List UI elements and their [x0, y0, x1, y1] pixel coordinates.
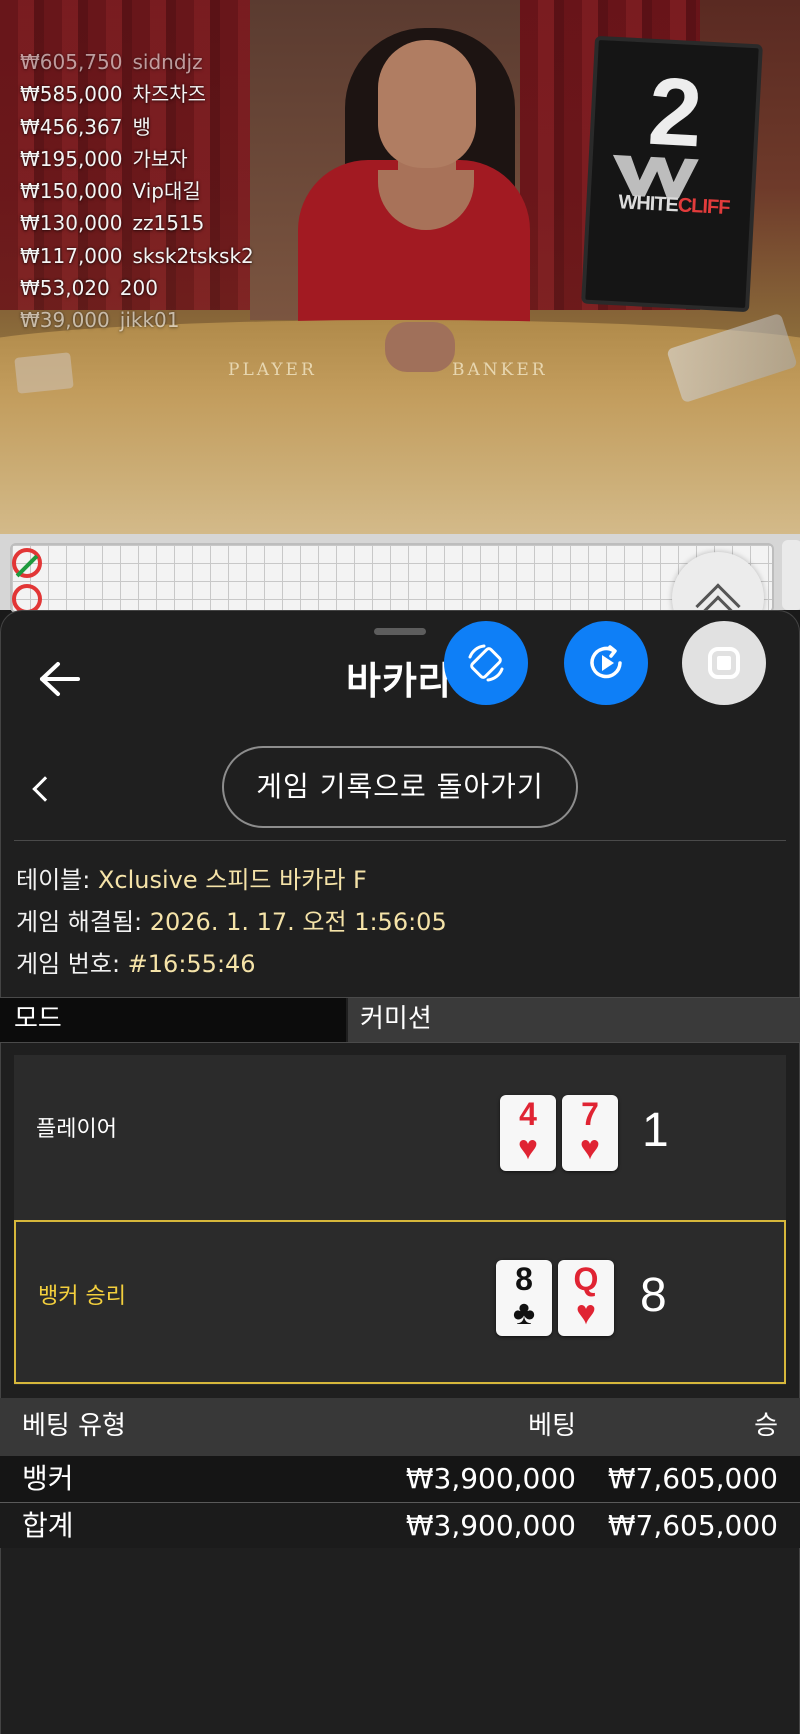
winners-ticker: ₩605,750 sidndjz ₩585,000 차즈차즈 ₩456,367 뱅 ₩…	[20, 46, 254, 337]
ticker-item: ₩195,000 가보자	[20, 143, 254, 175]
bet-type: 뱅커	[22, 1462, 74, 1495]
replay-button[interactable]	[564, 621, 648, 705]
ticker-amount: ₩456,367	[20, 114, 123, 139]
player-card-2: 7 ♥	[562, 1095, 618, 1171]
whitecliff-brand: WHITECLIFF	[618, 191, 730, 220]
header-win: 승	[754, 1411, 778, 1441]
card-rank: 4	[519, 1096, 537, 1132]
banker-score: 8	[640, 1269, 667, 1322]
ticker-amount: ₩150,000	[20, 179, 123, 204]
brand-white: WHITE	[617, 191, 679, 217]
ticker-amount: ₩195,000	[20, 146, 123, 171]
banker-card-1: 8 ♣	[496, 1260, 552, 1336]
discard-tray	[14, 352, 74, 394]
ticker-item: ₩150,000 Vip대길	[20, 175, 254, 207]
total-row: 합계 ₩3,900,000 ₩7,605,000	[0, 1502, 800, 1548]
ticker-user: zz1515	[132, 211, 205, 236]
table-info: 테이블: Xclusive 스피드 바카라 F	[16, 860, 367, 895]
rotate-screen-button[interactable]	[444, 621, 528, 705]
sheet-drag-handle[interactable]	[374, 628, 426, 635]
ticker-user: sidndjz	[132, 50, 203, 74]
ticker-amount: ₩53,020	[20, 276, 110, 301]
bet-amount: ₩3,900,000	[405, 1462, 576, 1495]
divider	[14, 840, 786, 841]
ticker-amount: ₩130,000	[20, 211, 123, 236]
ticker-item: ₩53,020 200	[20, 272, 254, 304]
table-label-player: PLAYER	[228, 360, 317, 380]
heart-suit-icon: ♥	[575, 1294, 597, 1332]
dealer-face	[378, 40, 476, 168]
header-bet-type: 베팅 유형	[22, 1411, 126, 1441]
rotate-screen-icon	[468, 644, 504, 682]
heart-suit-icon: ♥	[579, 1129, 601, 1167]
stop-icon	[708, 647, 740, 679]
page-title: 바카라	[346, 659, 454, 703]
ticker-item: ₩130,000 zz1515	[20, 207, 254, 239]
game-number-value: #16:55:46	[127, 950, 256, 978]
back-to-history-button[interactable]: 게임 기록으로 돌아가기	[222, 746, 578, 828]
resolved-info: 게임 해결됨: 2026. 1. 17. 오전 1:56:05	[16, 902, 447, 937]
round-monitor: 2 WHITECLIFF	[581, 35, 763, 313]
ticker-user: Vip대길	[132, 179, 201, 204]
replay-icon	[590, 645, 622, 679]
tab-commission[interactable]: 커미션	[348, 998, 800, 1042]
card-rank: Q	[573, 1261, 599, 1297]
bets-table-header: 베팅 유형 베팅 승	[0, 1398, 800, 1456]
ticker-user: 가보자	[132, 146, 188, 171]
banker-card-2: Q ♥	[558, 1260, 614, 1336]
card-rank: 8	[515, 1261, 533, 1297]
ticker-item: ₩117,000 sksk2tsksk2	[20, 240, 254, 272]
player-hand-label: 플레이어	[36, 1117, 117, 1142]
ticker-amount: ₩585,000	[20, 82, 123, 107]
table-row: 뱅커 ₩3,900,000 ₩7,605,000	[0, 1456, 800, 1502]
resolved-info-label: 게임 해결됨:	[16, 908, 150, 936]
ticker-amount: ₩117,000	[20, 243, 123, 268]
table-info-label: 테이블:	[16, 866, 98, 894]
card-rank: 7	[581, 1096, 599, 1132]
mode-tabs: 모드 커미션	[0, 997, 800, 1043]
ticker-item: ₩585,000 차즈차즈	[20, 78, 254, 110]
total-label: 합계	[22, 1509, 74, 1542]
club-suit-icon: ♣	[512, 1294, 536, 1332]
live-video[interactable]: 2 WHITECLIFF PLAYER BANKER ₩605,750 sidnd…	[0, 0, 800, 534]
player-card-1: 4 ♥	[500, 1095, 556, 1171]
header-bet-amount: 베팅	[528, 1411, 576, 1441]
game-number-info: 게임 번호: #16:55:46	[16, 944, 256, 979]
heart-suit-icon: ♥	[517, 1129, 539, 1167]
ticker-user: 뱅	[132, 114, 151, 139]
dealer-hands	[385, 322, 455, 372]
ticker-user: 200	[119, 276, 158, 301]
ticker-amount: ₩605,750	[20, 50, 123, 74]
player-score: 1	[642, 1104, 669, 1157]
ticker-user: jikk01	[119, 308, 180, 333]
tab-mode[interactable]: 모드	[0, 998, 346, 1042]
resolved-info-value: 2026. 1. 17. 오전 1:56:05	[149, 908, 447, 936]
table-info-value: Xclusive 스피드 바카라 F	[97, 866, 367, 894]
banker-hand-label: 뱅커 승리	[38, 1284, 126, 1309]
game-number-label: 게임 번호:	[16, 950, 128, 978]
ticker-user: 차즈차즈	[132, 82, 207, 107]
bead-road[interactable]	[10, 543, 774, 613]
brand-cliff: CLIFF	[677, 194, 730, 220]
banker-hand: 뱅커 승리 8 ♣ Q ♥ 8	[14, 1220, 786, 1384]
player-hand: 플레이어 4 ♥ 7 ♥ 1	[14, 1055, 786, 1219]
ticker-user: sksk2tsksk2	[132, 243, 254, 268]
total-win: ₩7,605,000	[607, 1509, 778, 1542]
win-amount: ₩7,605,000	[607, 1462, 778, 1495]
road-right-edge	[782, 540, 800, 610]
stop-button[interactable]	[682, 621, 766, 705]
ticker-item: ₩39,000 jikk01	[20, 304, 254, 336]
table-label-banker: BANKER	[452, 360, 548, 380]
ticker-item: ₩456,367 뱅	[20, 111, 254, 143]
arrow-left-icon[interactable]	[38, 660, 82, 698]
ticker-amount: ₩39,000	[20, 308, 110, 333]
ticker-item: ₩605,750 sidndjz	[20, 46, 254, 78]
total-bet: ₩3,900,000	[405, 1509, 576, 1542]
